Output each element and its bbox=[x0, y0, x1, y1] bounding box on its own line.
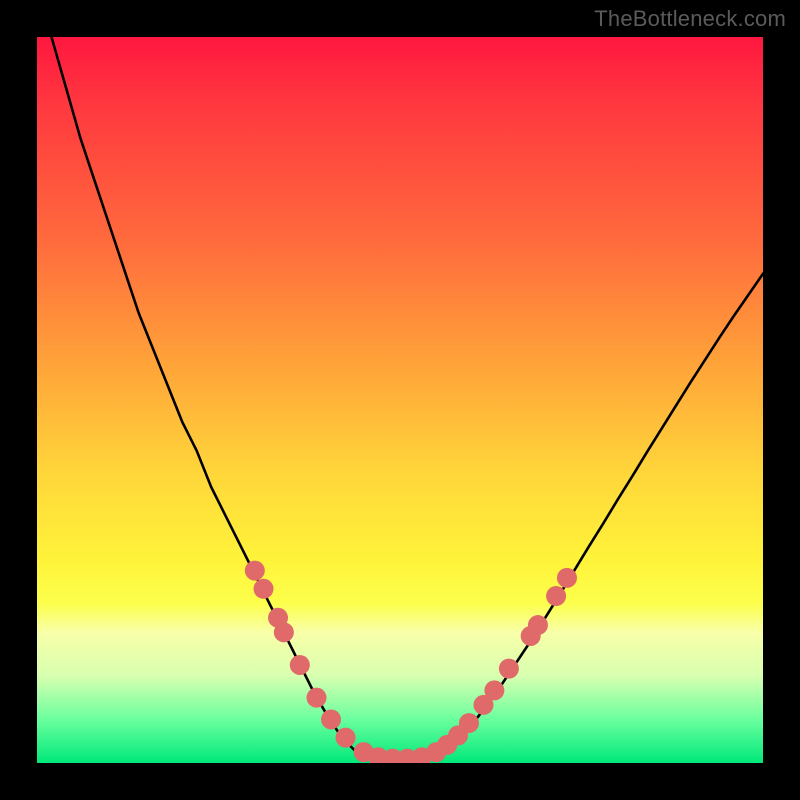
chart-frame: TheBottleneck.com bbox=[0, 0, 800, 800]
data-marker bbox=[459, 713, 479, 733]
data-marker bbox=[321, 709, 341, 729]
curve-left-branch bbox=[37, 37, 371, 759]
data-marker bbox=[290, 655, 310, 675]
data-marker bbox=[546, 586, 566, 606]
data-marker bbox=[499, 659, 519, 679]
curve-right-branch bbox=[429, 274, 763, 760]
data-marker bbox=[245, 561, 265, 581]
data-marker bbox=[274, 622, 294, 642]
data-marker bbox=[336, 728, 356, 748]
data-marker bbox=[484, 680, 504, 700]
data-marker bbox=[307, 688, 327, 708]
plot-area bbox=[37, 37, 763, 763]
data-marker bbox=[557, 568, 577, 588]
data-marker bbox=[254, 579, 274, 599]
chart-svg bbox=[37, 37, 763, 763]
curve-layer bbox=[37, 37, 763, 762]
data-marker bbox=[528, 615, 548, 635]
watermark-text: TheBottleneck.com bbox=[594, 6, 786, 32]
marker-layer bbox=[245, 561, 577, 763]
